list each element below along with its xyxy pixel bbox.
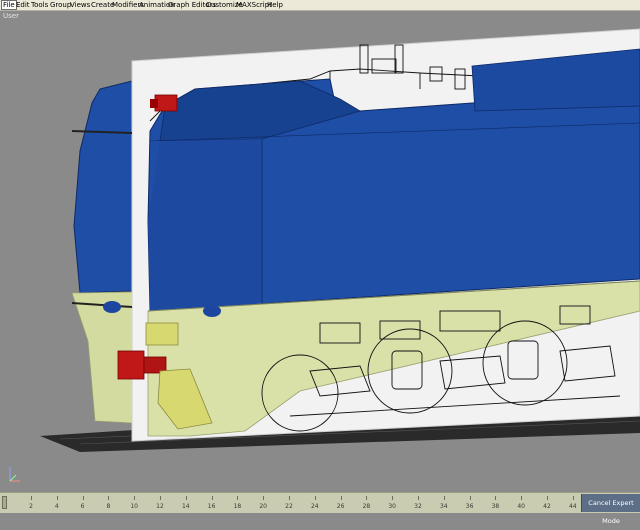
timeline-tick-mark	[211, 496, 213, 500]
timeline-tick-mark	[289, 496, 290, 500]
locomotive-body-rear	[73, 80, 133, 294]
perspective-viewport[interactable]: User	[0, 11, 640, 492]
timeline-tick-mark	[521, 496, 523, 500]
timeline-tick-mark	[392, 496, 394, 500]
cancel-expert-mode-button[interactable]: Cancel Expert Mode	[581, 494, 640, 525]
timeline-tick-label: 16	[207, 503, 216, 510]
timeline-tick-mark	[572, 496, 574, 500]
timeline-tick-label: 8	[106, 503, 111, 510]
timeline-track-bar[interactable]: 2 4 6 8 10 12 14 16 18 20 22 24 26 28 30 32 34 36 38 40 42 44	[0, 492, 640, 513]
menu-help[interactable]: Help	[266, 0, 284, 10]
timeline-tick-mark	[495, 496, 497, 500]
menu-bar: File Edit Tools Group Views Create Modif…	[0, 0, 640, 11]
axis-tripod-icon	[9, 467, 20, 482]
menu-edit[interactable]: Edit	[15, 0, 31, 10]
headlight-left	[103, 301, 121, 313]
timeline-tick-mark	[547, 496, 548, 500]
timeline-tick-label: 12	[156, 503, 164, 510]
menu-tools[interactable]: Tools	[30, 0, 49, 10]
headlight-right	[203, 305, 221, 317]
timeline-tick-label: 30	[388, 503, 397, 510]
timeline-tick-mark	[185, 496, 187, 500]
timeline-tick-label: 10	[130, 503, 139, 510]
timeline-tick-label: 14	[181, 503, 190, 510]
timeline-tick-label: 2	[29, 503, 33, 510]
timeline-tick-label: 32	[414, 503, 422, 510]
timeline-tick-label: 4	[54, 503, 59, 510]
timeline-tick-label: 38	[491, 503, 500, 510]
timeline-tick-mark	[263, 496, 265, 500]
viewport-label[interactable]: User	[3, 12, 19, 20]
timeline-tick-label: 22	[285, 503, 293, 510]
scene-canvas[interactable]	[0, 11, 640, 492]
timeline-tick-mark	[56, 496, 58, 500]
timeline-tick-label: 36	[465, 503, 474, 510]
timeline-tick-label: 28	[362, 503, 371, 510]
timeline-tick-mark	[443, 496, 445, 500]
timeline-tick-mark	[340, 496, 342, 500]
timeline-tick-label: 44	[568, 503, 577, 510]
timeline-tick-mark	[134, 496, 136, 500]
timeline-tick-mark	[31, 496, 32, 500]
timeline-tick-label: 24	[310, 503, 319, 510]
menu-views[interactable]: Views	[69, 0, 91, 10]
timeline-tick-mark	[366, 496, 368, 500]
timeline-tick-mark	[108, 496, 110, 500]
timeline-tick-label: 40	[517, 503, 526, 510]
timeline-tick-label: 34	[439, 503, 448, 510]
timeline-tick-label: 18	[233, 503, 242, 510]
timeline-tick-mark	[418, 496, 419, 500]
timeline-tick-label: 42	[543, 503, 551, 510]
timeline-tick-label: 6	[80, 503, 85, 510]
timeline-tick-label: 20	[259, 503, 268, 510]
timeline-tick-mark	[82, 496, 84, 500]
timeline-tick-mark	[469, 496, 471, 500]
timeline-tick-mark	[237, 496, 239, 500]
timeline-tick-label: 26	[336, 503, 345, 510]
locomotive-cab-side	[148, 139, 262, 311]
timeline-tick-mark	[160, 496, 161, 500]
timeline-tick-mark	[314, 496, 316, 500]
timeline-ruler[interactable]: 2 4 6 8 10 12 14 16 18 20 22 24 26 28 30 32 34 36 38 40 42 44	[7, 496, 577, 510]
